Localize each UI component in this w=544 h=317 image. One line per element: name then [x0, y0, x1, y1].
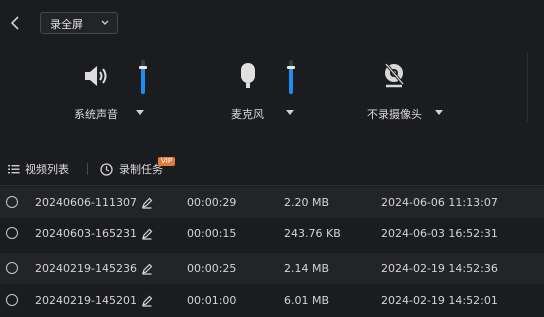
panel-divider — [527, 52, 528, 122]
tab-separator — [87, 163, 88, 175]
camera-label[interactable]: 不录摄像头 — [367, 106, 422, 122]
speaker-icon[interactable] — [82, 63, 112, 89]
recording-name: 20240219-145201 — [35, 294, 137, 307]
tab-video-list-label: 视频列表 — [25, 163, 69, 176]
microphone-dropdown-caret[interactable] — [286, 110, 294, 115]
recording-date: 2024-02-19 14:52:36 — [381, 262, 498, 275]
recording-date: 2024-06-06 11:13:07 — [381, 196, 498, 209]
recorder-panel: 录全屏 系统声音 麦克风 不录摄像头 — [0, 0, 544, 145]
microphone-volume-slider[interactable] — [287, 60, 295, 94]
table-row[interactable]: 20240603-165231 00:00:15 243.76 KB 2024-… — [0, 218, 544, 249]
chevron-left-icon[interactable] — [9, 14, 23, 32]
row-select-radio[interactable] — [6, 227, 18, 239]
pencil-icon[interactable] — [141, 263, 153, 275]
tab-video-list[interactable]: 视频列表 — [8, 161, 80, 177]
microphone-label[interactable]: 麦克风 — [231, 106, 264, 122]
tab-recording-tasks[interactable]: 录制任务 VIP — [100, 152, 178, 182]
pencil-icon[interactable] — [141, 228, 153, 240]
recording-name: 20240219-145236 — [35, 262, 137, 275]
recording-size: 2.20 MB — [284, 196, 330, 209]
microphone-volume-fill — [289, 67, 293, 94]
row-select-radio[interactable] — [6, 196, 18, 208]
row-select-radio[interactable] — [6, 294, 18, 306]
recording-duration: 00:01:00 — [187, 294, 237, 307]
pencil-icon[interactable] — [141, 197, 153, 209]
microphone-volume-handle[interactable] — [287, 66, 295, 69]
recording-size: 2.14 MB — [284, 262, 330, 275]
camera-off-icon[interactable] — [381, 62, 407, 90]
tab-bar: 视频列表 录制任务 VIP — [0, 152, 544, 186]
system-audio-volume-handle[interactable] — [139, 66, 147, 69]
recording-duration: 00:00:29 — [187, 196, 237, 209]
system-audio-dropdown-caret[interactable] — [136, 110, 144, 115]
system-audio-volume-slider[interactable] — [139, 60, 147, 94]
clock-icon — [100, 163, 113, 176]
chevron-down-icon — [101, 20, 109, 25]
tab-recording-tasks-label: 录制任务 — [119, 163, 163, 176]
system-audio-volume-fill — [141, 67, 145, 94]
vip-badge: VIP — [158, 157, 176, 166]
table-row[interactable]: 20240219-145236 00:00:25 2.14 MB 2024-02… — [0, 253, 544, 284]
recording-duration: 00:00:15 — [187, 227, 237, 240]
camera-dropdown-caret[interactable] — [435, 110, 443, 115]
recording-date: 2024-02-19 14:52:01 — [381, 294, 498, 307]
table-row[interactable]: 20240606-111307 00:00:29 2.20 MB 2024-06… — [0, 187, 544, 218]
system-audio-label[interactable]: 系统声音 — [74, 106, 118, 122]
table-row[interactable]: 20240219-145201 00:01:00 6.01 MB 2024-02… — [0, 285, 544, 316]
recording-date: 2024-06-03 16:52:31 — [381, 227, 498, 240]
list-icon — [8, 165, 20, 174]
recording-size: 6.01 MB — [284, 294, 330, 307]
recording-size: 243.76 KB — [284, 227, 341, 240]
recording-name: 20240606-111307 — [35, 196, 137, 209]
record-mode-select[interactable]: 录全屏 — [40, 12, 118, 34]
recording-duration: 00:00:25 — [187, 262, 237, 275]
row-select-radio[interactable] — [6, 262, 18, 274]
recording-name: 20240603-165231 — [35, 227, 137, 240]
microphone-icon[interactable] — [238, 61, 258, 91]
record-mode-value: 录全屏 — [50, 18, 83, 31]
pencil-icon[interactable] — [141, 295, 153, 307]
